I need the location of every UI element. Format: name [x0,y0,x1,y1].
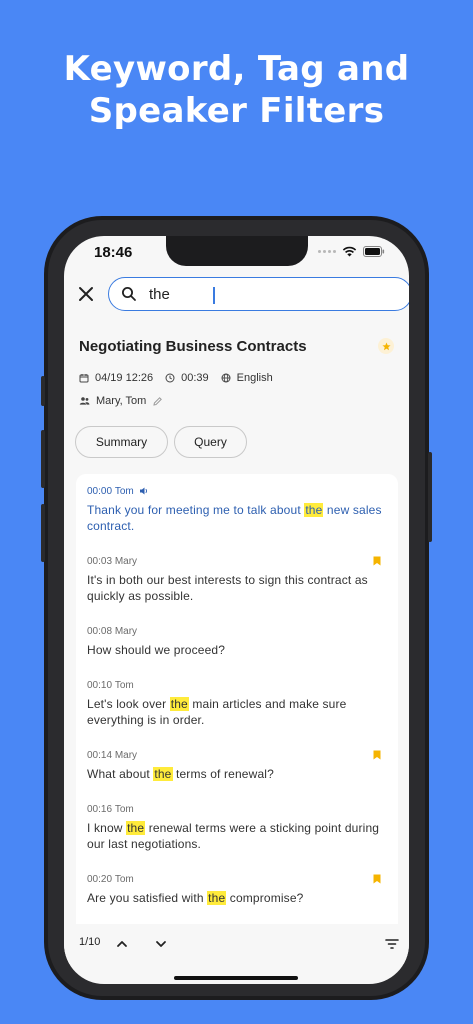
segment-header: 00:20 Tom [87,872,387,886]
segment-speaker: Mary [114,555,138,567]
phone-power-button [428,452,432,542]
headline-line-2: Speaker Filters [88,91,385,131]
segment-speaker: Tom [114,679,134,691]
tab-summary[interactable]: Summary [75,426,168,458]
segment-header: 00:00 Tom [87,484,387,498]
segment-text: Let's look over the main articles and ma… [87,697,347,727]
search-field[interactable] [108,277,409,311]
battery-icon [363,246,385,257]
tab-query-label: Query [194,435,227,449]
phone-volume-down [41,504,45,562]
calendar-icon [79,374,89,383]
transcript-segment[interactable]: 00:10 Tom Let's look over the main artic… [87,678,387,728]
segment-time: 00:03 [87,555,113,567]
tab-query[interactable]: Query [174,426,247,458]
segment-text: Are you satisfied with the compromise? [87,891,304,905]
headline-line-1: Keyword, Tag and [63,49,410,89]
segment-header: 00:08 Mary [87,624,387,638]
phone-volume-up [41,430,45,488]
keyword-highlight: the [126,821,146,835]
meta-speakers-text: Mary, Tom [96,395,147,407]
transcript-segment[interactable]: 00:03 Mary It's in both our best interes… [87,554,387,604]
clock-icon [165,373,175,383]
segment-text: Thank you for meeting me to talk about t… [87,503,382,533]
segment-speaker: Mary [114,625,138,637]
bookmark-icon[interactable] [373,556,381,566]
star-icon [381,342,391,350]
chevron-down-icon[interactable] [153,936,169,952]
segment-time: 00:10 [87,679,113,691]
bookmark-icon[interactable] [373,750,381,760]
status-time: 18:46 [94,244,133,261]
transcript-list[interactable]: 00:00 Tom Thank you for meeting me to ta… [76,474,398,924]
status-icons [318,246,385,257]
segment-time: 00:16 [87,803,113,815]
segment-text: What about the terms of renewal? [87,767,274,781]
transcript-segment[interactable]: 00:00 Tom Thank you for meeting me to ta… [87,484,387,534]
transcript-segment[interactable]: 00:20 Tom Are you satisfied with the com… [87,872,387,906]
keyword-highlight: the [169,697,189,711]
segment-header: 00:10 Tom [87,678,387,692]
tab-summary-label: Summary [95,435,148,449]
signal-dots-icon [318,250,336,253]
notch [166,236,308,266]
people-icon [79,397,90,405]
bookmark-icon[interactable] [373,874,381,884]
segment-time: 00:14 [87,749,113,761]
segment-time: 00:20 [87,873,113,885]
match-counter: 1/10 [79,936,101,948]
search-input[interactable] [149,285,369,303]
meta-date-text: 04/19 12:26 [95,372,154,384]
segment-time: 00:00 [87,485,113,497]
text-caret [213,287,215,304]
segment-text: It's in both our best interests to sign … [87,573,368,603]
transcript-segment[interactable]: 00:16 Tom I know the renewal terms were … [87,802,387,852]
document-title: Negotiating Business Contracts [79,338,307,355]
phone-mute-switch [41,376,45,406]
search-icon [122,287,136,301]
segment-text: How should we proceed? [87,643,226,657]
meta-speakers: Mary, Tom [79,395,169,407]
keyword-highlight: the [153,767,173,781]
speakers-row: Mary, Tom [79,395,181,407]
segment-header: 00:16 Tom [87,802,387,816]
segment-speaker: Tom [114,873,134,885]
segment-text: I know the renewal terms were a sticking… [87,821,380,851]
meta-duration-text: 00:39 [181,372,209,384]
favorite-star-button[interactable] [378,338,394,354]
meta-date: 04/19 12:26 [79,372,153,384]
chevron-up-icon[interactable] [114,936,130,952]
edit-pencil-icon[interactable] [152,396,163,407]
close-icon[interactable] [76,284,96,304]
app-screen: 18:46 Negotiating Business Contracts [64,236,409,984]
segment-speaker: Tom [114,803,134,815]
filter-icon[interactable] [384,936,400,952]
segment-header: 00:03 Mary [87,554,387,568]
promo-headline: Keyword, Tag and Speaker Filters [0,48,473,132]
meta-language-text: English [236,372,273,384]
home-indicator[interactable] [174,976,298,980]
keyword-highlight: the [207,891,227,905]
meta-duration: 00:39 [165,372,209,384]
meta-language: English [221,372,273,384]
keyword-highlight: the [304,503,324,517]
segment-speaker: Tom [114,485,134,497]
segment-header: 00:14 Mary [87,748,387,762]
segment-time: 00:08 [87,625,113,637]
transcript-segment[interactable]: 00:08 Mary How should we proceed? [87,624,387,658]
speaker-volume-icon [139,487,147,495]
document-meta: 04/19 12:26 00:39 English [79,372,285,384]
wifi-icon [342,246,357,257]
segment-speaker: Mary [114,749,138,761]
globe-icon [221,373,231,383]
transcript-segment[interactable]: 00:14 Mary What about the terms of renew… [87,748,387,782]
search-results-bar: 1/10 [64,924,409,964]
